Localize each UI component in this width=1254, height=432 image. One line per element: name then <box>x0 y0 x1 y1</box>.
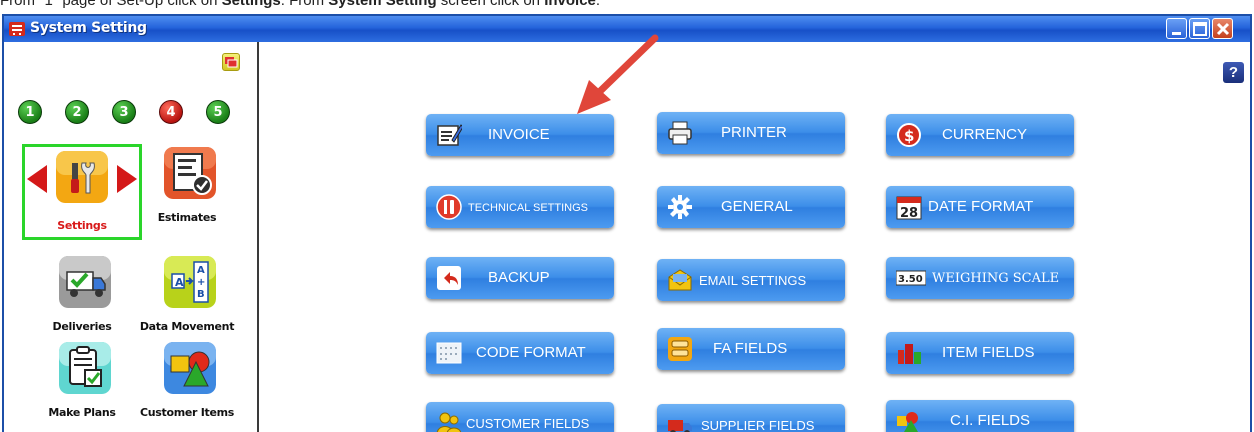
currency-button[interactable]: $ CURRENCY <box>886 114 1074 156</box>
sidebar-item-label: Customer Items <box>139 406 235 419</box>
step-1-button[interactable]: 1 <box>18 100 42 124</box>
step-4-button[interactable]: 4 <box>159 100 183 124</box>
settings-tools-icon <box>56 151 108 203</box>
svg-text:A: A <box>175 276 184 289</box>
button-label: ITEM FIELDS <box>942 344 1035 361</box>
svg-text:A: A <box>197 265 205 276</box>
estimates-document-icon <box>164 147 216 199</box>
button-label: C.I. FIELDS <box>950 412 1031 429</box>
clipboard-check-icon <box>59 342 111 394</box>
svg-text:+: + <box>197 277 205 288</box>
currency-dollar-icon: $ <box>897 123 921 147</box>
sidebar-item-label: Data Movement <box>139 320 235 333</box>
ci-fields-button[interactable]: C.I. FIELDS <box>886 400 1074 432</box>
email-icon <box>668 269 692 291</box>
technical-tools-icon <box>436 194 462 220</box>
maximize-icon <box>1193 22 1207 36</box>
button-label: PRINTER <box>721 124 787 141</box>
instruction-caption: From "1" page of Set-Up click on Setting… <box>0 0 1254 14</box>
cart-icon <box>9 22 25 36</box>
svg-text:$: $ <box>904 127 914 145</box>
button-label: BACKUP <box>488 269 550 286</box>
sidebar-item-label: Estimates <box>157 211 217 224</box>
weighing-scale-button[interactable]: 3.50 WEIGHING SCALE <box>886 257 1074 299</box>
caption-screen: System Setting <box>328 0 437 9</box>
sidebar-item-estimates[interactable]: Estimates <box>127 147 247 227</box>
button-label: CUSTOMER FIELDS <box>466 416 590 431</box>
windows-switch-icon <box>225 57 238 68</box>
calendar-icon: 28 <box>896 196 922 220</box>
window-title: System Setting <box>30 20 147 36</box>
customer-fields-button[interactable]: CUSTOMER FIELDS <box>426 402 614 432</box>
calendar-day-text: 28 <box>900 206 918 220</box>
fa-fields-button[interactable]: FA FIELDS <box>657 328 845 370</box>
sidebar-toggle-button[interactable] <box>222 53 240 71</box>
close-button[interactable] <box>1212 18 1233 39</box>
sidebar-item-deliveries[interactable]: Deliveries <box>22 256 142 336</box>
button-label: GENERAL <box>721 198 793 215</box>
maximize-button[interactable] <box>1189 18 1210 39</box>
caption-text: screen click on <box>436 0 545 9</box>
item-fields-icon <box>898 344 921 364</box>
supplier-truck-icon <box>668 420 692 432</box>
email-settings-button[interactable]: EMAIL SETTINGS <box>657 259 845 301</box>
sidebar-item-make-plans[interactable]: Make Plans <box>22 342 142 422</box>
printer-button[interactable]: PRINTER <box>657 112 845 154</box>
gear-icon <box>668 195 692 219</box>
ci-fields-icon <box>897 412 918 432</box>
general-button[interactable]: GENERAL <box>657 186 845 228</box>
sidebar-item-label: Deliveries <box>52 320 112 333</box>
delivery-truck-icon <box>59 256 111 308</box>
shapes-icon <box>164 342 216 394</box>
system-setting-window: System Setting 1 2 3 4 5 Settings Estima… <box>2 14 1252 432</box>
close-icon <box>1216 22 1230 36</box>
caption-text: . From <box>280 0 329 9</box>
button-label: WEIGHING SCALE <box>932 271 1060 286</box>
scale-display-text: 3.50 <box>898 274 923 285</box>
button-label: CURRENCY <box>942 126 1028 143</box>
step-2-button[interactable]: 2 <box>65 100 89 124</box>
button-label: TECHNICAL SETTINGS <box>468 202 588 214</box>
item-fields-button[interactable]: ITEM FIELDS <box>886 332 1074 374</box>
minimize-button[interactable] <box>1166 18 1187 39</box>
invoice-button[interactable]: INVOICE <box>426 114 614 156</box>
sidebar: 1 2 3 4 5 Settings Estimates Deliveries … <box>4 42 259 432</box>
minimize-icon <box>1172 32 1181 35</box>
date-format-button[interactable]: 28 DATE FORMAT <box>886 186 1074 228</box>
sidebar-item-label: Settings <box>57 219 107 232</box>
button-label: CODE FORMAT <box>476 344 586 361</box>
backup-button[interactable]: BACKUP <box>426 257 614 299</box>
invoice-edit-icon <box>437 124 462 146</box>
data-movement-icon: A A + B <box>164 256 216 308</box>
settings-panel: ? INVOICE PRINTER $ CURRENCY TECHNICAL S… <box>261 34 1250 432</box>
step-3-button[interactable]: 3 <box>112 100 136 124</box>
button-label: INVOICE <box>488 126 550 143</box>
sidebar-item-label: Make Plans <box>48 406 116 419</box>
caption-settings: Settings <box>221 0 281 9</box>
help-button[interactable]: ? <box>1223 62 1244 83</box>
caption-invoice: Invoice <box>544 0 596 9</box>
code-format-icon <box>436 342 462 364</box>
button-label: DATE FORMAT <box>928 198 1034 215</box>
technical-settings-button[interactable]: TECHNICAL SETTINGS <box>426 186 614 228</box>
svg-text:B: B <box>197 289 205 300</box>
printer-icon <box>668 121 692 145</box>
supplier-fields-button[interactable]: SUPPLIER FIELDS <box>657 404 845 432</box>
button-label: SUPPLIER FIELDS <box>701 418 815 432</box>
customer-fields-icon <box>436 412 462 432</box>
sidebar-item-customer-items[interactable]: Customer Items <box>127 342 247 422</box>
weighing-scale-icon: 3.50 <box>896 270 926 286</box>
fa-fields-icon <box>668 337 692 361</box>
caption-text: . <box>595 0 601 9</box>
sidebar-item-data-movement[interactable]: A A + B Data Movement <box>127 256 247 336</box>
button-label: FA FIELDS <box>713 340 788 357</box>
arrow-left-icon <box>27 165 47 193</box>
button-label: EMAIL SETTINGS <box>699 273 807 288</box>
caption-text: From "1" page of Set-Up click on <box>0 0 222 9</box>
step-5-button[interactable]: 5 <box>206 100 230 124</box>
code-format-button[interactable]: CODE FORMAT <box>426 332 614 374</box>
backup-arrow-icon <box>437 266 461 290</box>
sidebar-item-settings[interactable]: Settings <box>22 144 142 240</box>
window-client: 1 2 3 4 5 Settings Estimates Deliveries … <box>4 34 1250 432</box>
